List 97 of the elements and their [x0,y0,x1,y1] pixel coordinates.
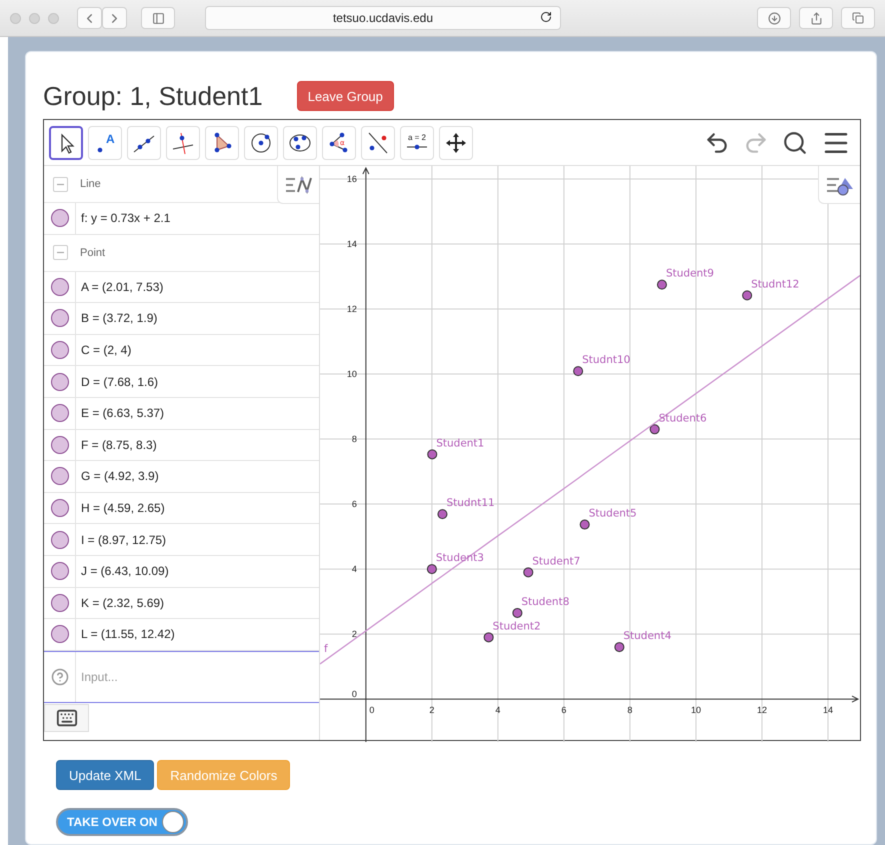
algebra-entry[interactable]: f: y = 0.73x + 2.1 [76,211,170,226]
algebra-entry[interactable]: J = (6.43, 10.09) [76,564,169,578]
data-point[interactable] [512,608,522,618]
address-bar[interactable]: tetsuo.ucdavis.edu [205,6,561,30]
point-label: Studnt12 [751,278,800,290]
forward-button[interactable] [102,7,127,29]
style-bar-toggle[interactable] [277,166,319,204]
visibility-toggle[interactable] [50,436,68,454]
action-button[interactable]: Update XML [56,760,154,790]
axis-label: 14 [346,239,357,250]
algebra-entry[interactable]: K = (2.32, 5.69) [76,596,164,610]
algebra-entry[interactable]: A = (2.01, 7.53) [76,280,164,294]
algebra-entry[interactable]: I = (8.97, 12.75) [76,532,166,547]
download-button[interactable] [757,7,791,29]
point-label: Student1 [436,437,484,450]
visibility-toggle[interactable] [50,341,68,360]
point-label: Studnt11 [446,497,495,510]
visibility-toggle[interactable] [50,404,68,422]
algebra-entry[interactable]: G = (4.92, 3.9) [76,469,159,484]
axis-label: 0 [352,689,357,700]
circle-icon [249,130,273,154]
data-point[interactable] [580,520,590,530]
point-label: Student7 [532,555,580,568]
style-bar-toggle[interactable] [818,166,860,204]
group-title: Point [80,246,106,259]
point-label: Student6 [658,412,707,424]
data-point[interactable] [426,564,437,574]
sidebar-button[interactable] [141,7,175,29]
axis-label: 0 [369,705,374,716]
tool-button[interactable] [49,126,83,160]
visibility-toggle[interactable] [50,594,68,612]
data-point[interactable] [437,509,448,520]
visibility-toggle[interactable] [50,372,68,391]
data-point[interactable] [742,290,752,300]
style-bar-icon [284,174,314,196]
data-point[interactable] [523,567,534,578]
point-label: Student4 [623,630,672,642]
axis-label: 2 [429,705,434,716]
algebra-entry[interactable]: C = (2, 4) [76,343,132,358]
visibility-toggle[interactable] [50,278,68,296]
visibility-toggle[interactable] [50,309,68,328]
axis-label: 12 [346,304,357,314]
axis-label: 14 [822,705,833,716]
share-icon [810,12,822,24]
point-label: Studnt10 [582,354,630,366]
point-label: Student5 [588,508,637,520]
algebra-entry[interactable]: F = (8.75, 8.3) [76,438,157,452]
sidebar-icon [152,12,164,24]
data-point[interactable] [427,449,438,460]
point-label: Student8 [521,596,570,608]
visibility-toggle[interactable] [50,467,68,486]
move-arrows-icon [444,130,468,154]
algebra-entry[interactable]: H = (4.59, 2.65) [76,501,165,516]
input-field[interactable]: Input... [76,652,319,702]
visibility-toggle[interactable] [50,562,68,580]
tabs-icon [852,12,864,24]
data-point[interactable] [573,366,584,376]
axis-label: 16 [346,174,357,184]
reflect-icon [366,130,390,154]
page-title: Group: 1, Student1 [43,80,263,112]
algebra-entry[interactable]: B = (3.72, 1.9) [76,311,158,326]
axis-label: 10 [346,369,357,380]
algebra-entry[interactable]: D = (7.68, 1.6) [76,374,158,389]
data-point[interactable] [484,632,494,642]
tool-button[interactable]: a = 2 [400,126,434,160]
back-button[interactable] [77,7,102,29]
axis-label: 4 [352,564,357,574]
axis-label: 6 [561,705,566,716]
tabs-button[interactable] [841,7,875,29]
leave-group-button[interactable]: Leave Group [296,81,394,111]
point-label: Student9 [666,268,714,280]
visibility-toggle[interactable] [50,530,68,549]
keyboard-button[interactable] [44,704,89,732]
algebra-entry[interactable]: L = (11.55, 12.42) [76,627,175,642]
data-point[interactable] [650,424,660,434]
visibility-toggle[interactable] [50,499,68,518]
visibility-toggle[interactable] [50,209,68,228]
axis-label: 10 [690,705,701,716]
tool-button[interactable]: A [88,126,122,160]
help-icon[interactable] [50,668,68,686]
axis-label: 2 [352,629,357,640]
data-point[interactable] [614,642,624,652]
axis-label: 8 [352,434,357,444]
reload-icon[interactable] [540,11,552,23]
visibility-toggle[interactable] [50,625,68,644]
group-title: Line [80,178,101,190]
point-label: Student2 [492,620,541,632]
perpendicular-line-icon [171,130,195,154]
algebra-entry[interactable]: E = (6.63, 5.37) [76,406,164,420]
download-icon [768,12,780,24]
axis-label: 12 [756,705,767,716]
line-label: f [324,642,328,655]
axis-label: 8 [627,705,632,716]
axis-label: 4 [495,705,500,716]
axis-label: 6 [352,499,357,510]
data-point[interactable] [656,280,667,290]
share-button[interactable] [799,7,833,29]
